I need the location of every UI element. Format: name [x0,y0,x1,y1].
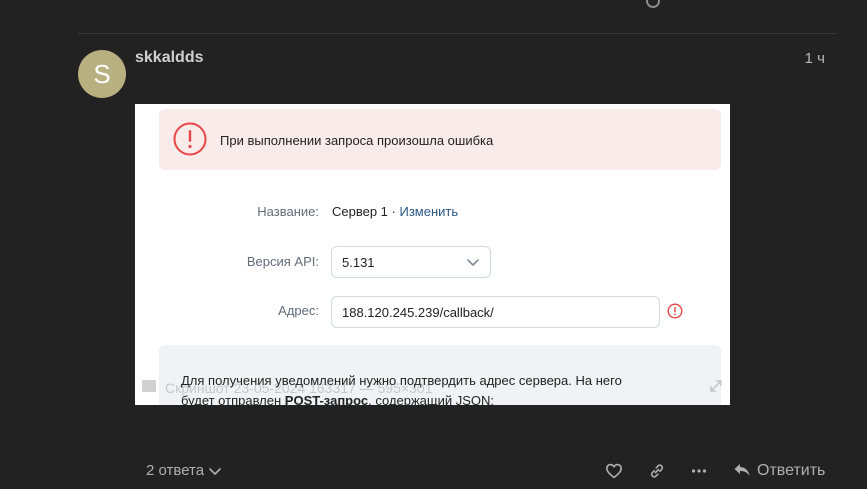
error-alert: При выполнении запроса произошла ошибка [159,109,721,170]
link-icon[interactable] [648,462,666,480]
reply-button[interactable]: Ответить [733,462,825,480]
replies-toggle[interactable]: 2 ответа [146,462,222,479]
image-caption-overlay: Скриншот 23-05-2024 163317 — 595×301 [141,374,724,402]
post-time: 1 ч [804,50,825,67]
image-caption: Скриншот 23-05-2024 163317 — 595×301 [165,380,433,396]
warning-icon [667,303,683,319]
error-message: При выполнении запроса произошла ошибка [220,133,494,148]
chevron-down-icon [467,259,479,266]
api-version-select[interactable]: 5.131 [331,246,491,278]
api-version-value: 5.131 [342,255,375,270]
divider [78,33,836,34]
avatar[interactable]: S [78,50,126,98]
more-icon[interactable] [690,462,708,480]
username[interactable]: skkaldds [135,49,203,67]
address-label: Адрес: [278,303,319,318]
reply-label: Ответить [757,462,826,479]
address-input[interactable]: 188.120.245.239/callback/ [331,296,660,328]
replies-count: 2 ответа [146,462,205,479]
server-name: Сервер 1 · Изменить [332,204,458,219]
error-icon [173,122,207,156]
expand-icon[interactable] [708,378,724,394]
attached-screenshot[interactable]: При выполнении запроса произошла ошибка … [135,104,730,405]
like-icon[interactable] [605,462,623,480]
image-icon [142,380,156,392]
server-name-text: Сервер 1 · [332,204,400,219]
api-version-label: Версия API: [246,254,319,269]
address-value: 188.120.245.239/callback/ [342,305,494,320]
reply-arrow-icon [734,464,750,476]
cut-off-icon [646,0,660,8]
edit-name-link[interactable]: Изменить [399,204,458,219]
name-label: Название: [257,204,319,219]
chevron-down-icon [209,468,221,475]
